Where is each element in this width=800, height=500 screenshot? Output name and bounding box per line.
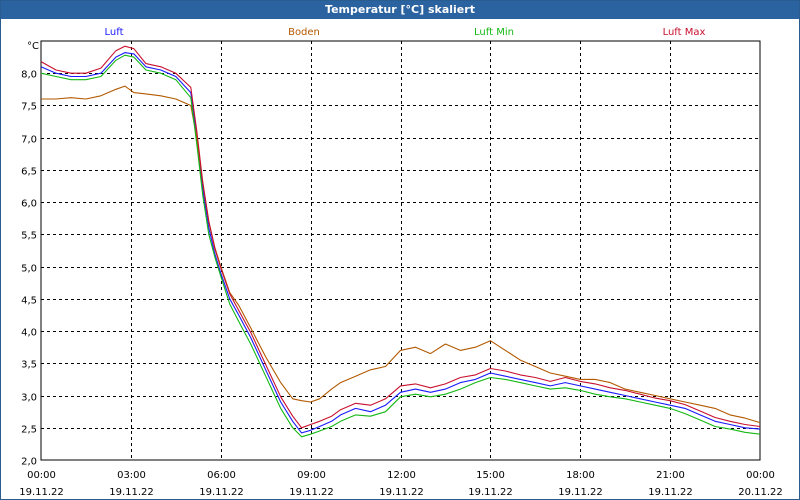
legend-boden: Boden: [288, 27, 320, 38]
x-tick-time: 09:00: [297, 470, 326, 481]
x-tick-time: 21:00: [656, 470, 685, 481]
legend-luft-max: Luft Max: [663, 27, 706, 38]
y-tick-label: 4,5: [21, 296, 37, 307]
y-tick-label: 5,5: [21, 231, 37, 242]
x-tick-date: 19.11.22: [199, 487, 244, 498]
x-tick-time: 00:00: [27, 470, 56, 481]
temperature-line-chart: 2,0 2,5 3,0 3,5 4,0 4,5 5,0 5,5 6,0 6,5 7,0 7,5 8,0 °…: [19, 27, 783, 498]
y-tick-label: 8,0: [21, 70, 37, 81]
x-tick-time: 15:00: [476, 470, 505, 481]
y-tick-label: 2,5: [21, 425, 37, 436]
x-tick-time: 12:00: [387, 470, 416, 481]
x-tick-date: 19.11.22: [289, 487, 334, 498]
x-tick-date: 19.11.22: [648, 487, 693, 498]
x-tick-date: 19.11.22: [558, 487, 603, 498]
x-tick-date: 19.11.22: [468, 487, 513, 498]
x-tick-date: 19.11.22: [379, 487, 424, 498]
x-tick-time: 00:00: [746, 470, 775, 481]
x-tick-date: 20.11.22: [738, 487, 783, 498]
legend-luft-min: Luft Min: [474, 27, 514, 38]
y-tick-label: 6,5: [21, 167, 37, 178]
y-axis-label: °C: [27, 41, 39, 52]
x-tick-time: 18:00: [566, 470, 595, 481]
y-tick-label: 2,0: [21, 457, 37, 468]
y-tick-label: 3,0: [21, 393, 37, 404]
y-tick-label: 3,5: [21, 360, 37, 371]
legend-luft: Luft: [105, 27, 124, 38]
chart-window: Temperatur [°C] skaliert 2,0 2,5 3,0 3,5 4,0…: [0, 0, 800, 500]
x-tick-time: 06:00: [207, 470, 236, 481]
x-tick-date: 19.11.22: [19, 487, 64, 498]
y-tick-label: 5,0: [21, 264, 37, 275]
y-tick-label: 6,0: [21, 199, 37, 210]
y-tick-label: 7,0: [21, 135, 37, 146]
y-tick-label: 4,0: [21, 328, 37, 339]
x-tick-date: 19.11.22: [109, 487, 154, 498]
y-tick-label: 7,5: [21, 102, 37, 113]
x-tick-time: 03:00: [117, 470, 146, 481]
